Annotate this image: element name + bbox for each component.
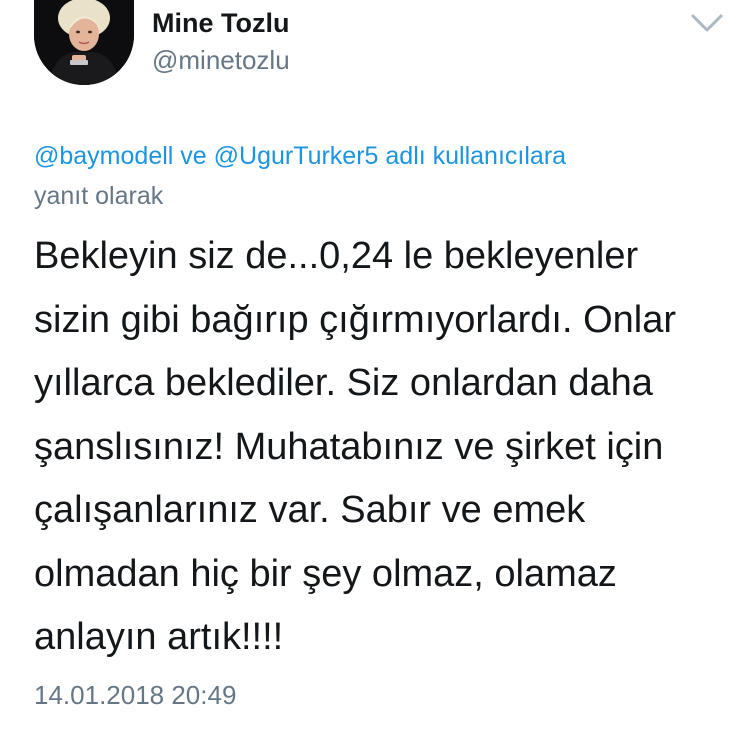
author-handle[interactable]: @minetozlu (152, 45, 290, 76)
reply-suffix: adlı kullanıcılara (385, 142, 567, 170)
tweet-text-line: sizin gibi bağırıp çığırmıyorlardı. Onla… (34, 298, 677, 341)
reply-suffix-2: yanıt olarak (34, 182, 164, 210)
tweet-text: Bekleyin siz de...0,24 le bekleyenler si… (34, 225, 734, 670)
author-name[interactable]: Mine Tozlu (152, 8, 289, 39)
avatar[interactable] (34, 0, 134, 85)
mention-link[interactable]: @UgurTurker5 (214, 142, 379, 170)
tweet-timestamp[interactable]: 14.01.2018 20:49 (34, 680, 236, 711)
tweet: Mine Tozlu @minetozlu @baymodell ve @Ugu… (0, 0, 750, 736)
reply-context: @baymodell ve @UgurTurker5 adlı kullanıc… (34, 136, 724, 216)
reply-connector: ve (180, 142, 207, 170)
avatar-image (34, 0, 134, 85)
tweet-text-line: anlayın artık!!!! (34, 616, 284, 658)
tweet-text-line: şanslısınız! Muhatabınız ve şirket için (34, 425, 664, 468)
tweet-text-line: yıllarca beklediler. Siz onlardan daha (34, 362, 653, 404)
mention-link[interactable]: @baymodell (34, 142, 173, 170)
tweet-text-line: olmadan hiç bir şey olmaz, olamaz (34, 552, 617, 595)
tweet-text-line: çalışanlarınız var. Sabır ve emek (34, 489, 586, 531)
tweet-text-line: Bekleyin siz de...0,24 le bekleyenler (34, 235, 639, 277)
chevron-down-icon[interactable] (690, 12, 724, 34)
